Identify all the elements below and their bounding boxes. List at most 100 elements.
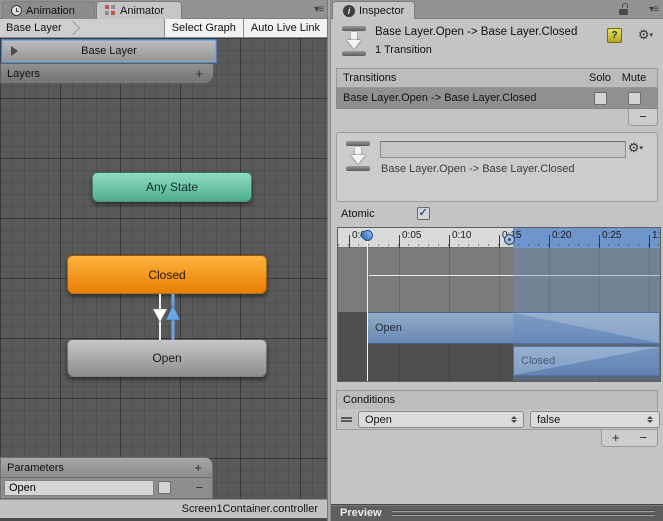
add-parameter-button[interactable]: + [194, 460, 202, 475]
header-gear-icon[interactable]: ⚙▾ [638, 27, 653, 43]
inspector-menu-icon[interactable]: ▾≡ [649, 4, 659, 15]
dropdown-arrows-icon [511, 416, 517, 423]
preview-bar[interactable]: Preview [331, 504, 663, 521]
down-arrowhead-icon [152, 308, 168, 323]
panel-menu-icon[interactable]: ▾≡ [314, 4, 324, 15]
layer-row-base-layer[interactable]: Base Layer [2, 40, 216, 62]
check-icon: ✓ [418, 207, 428, 219]
condition-parameter-value: Open [365, 413, 392, 426]
state-node-closed[interactable]: Closed [67, 255, 267, 294]
remove-transition-button[interactable]: − [628, 109, 658, 126]
tick-label: 0:25 [602, 230, 622, 241]
inspector-panel: i Inspector ▾≡ Base Layer.Open -> Base L… [331, 0, 663, 521]
tick-label: 1:00 [652, 230, 661, 241]
animator-panel: Animation Animator ▾≡ Base Layer Select … [0, 0, 327, 521]
lock-icon[interactable] [619, 3, 629, 15]
layers-bar-label: Layers [7, 67, 41, 80]
conditions-section-header: Conditions [336, 390, 658, 410]
open-fade-out [514, 313, 659, 343]
gear-dropdown-icon: ▾ [639, 145, 643, 152]
track-open-label: Open [375, 322, 402, 334]
clock-icon [11, 5, 22, 16]
layer-row-label: Base Layer [81, 45, 137, 57]
solo-checkbox[interactable] [593, 91, 607, 105]
timeline-track-open[interactable]: Open [367, 312, 660, 344]
remove-condition-button[interactable]: − [630, 430, 658, 446]
preview-label: Preview [340, 507, 382, 519]
tick-label: 0:05 [402, 230, 422, 241]
transition-list-row[interactable]: Base Layer.Open -> Base Layer.Closed [336, 88, 658, 109]
atomic-label: Atomic [341, 207, 375, 220]
transition-subtitle: 1 Transition [375, 44, 432, 56]
add-condition-button[interactable]: + [602, 430, 630, 446]
tick-label: 0:20 [552, 230, 572, 241]
transition-timeline[interactable]: Open Closed 0:00 0:05 0:10 0:15 0:20 0:2… [337, 227, 661, 382]
transition-row-label: Base Layer.Open -> Base Layer.Closed [343, 92, 537, 104]
parameters-header-label: Parameters [7, 461, 64, 474]
timeline-ruler[interactable]: 0:00 0:05 0:10 0:15 0:20 0:25 1:00 [338, 228, 660, 248]
gear-glyph: ⚙ [637, 27, 650, 42]
tab-inspector[interactable]: i Inspector [332, 1, 416, 19]
mute-checkbox[interactable] [627, 91, 641, 105]
tab-animation[interactable]: Animation [2, 1, 95, 19]
dropdown-arrows-icon [647, 416, 653, 423]
breadcrumb-chevron-icon [68, 19, 78, 38]
transitions-section-header: Transitions Solo Mute [336, 68, 658, 88]
auto-live-link-button[interactable]: Auto Live Link [242, 19, 327, 37]
detail-gear-icon[interactable]: ⚙▾ [628, 140, 643, 156]
tick-label: 0:10 [452, 230, 472, 241]
transition-arrows[interactable] [148, 294, 188, 340]
condition-value-dropdown[interactable]: false [530, 411, 660, 428]
condition-parameter-dropdown[interactable]: Open [358, 411, 524, 428]
state-node-any-state[interactable]: Any State [92, 172, 252, 202]
condition-drag-handle-icon[interactable] [341, 417, 352, 422]
timeline-ruler-selected-range [513, 228, 660, 248]
parameter-row: − [0, 478, 213, 499]
controller-status-bar: Screen1Container.controller [0, 499, 327, 518]
tab-animator[interactable]: Animator [96, 1, 182, 19]
blend-curve-line [369, 275, 660, 276]
gear-glyph: ⚙ [627, 140, 640, 155]
timeline-track-closed[interactable]: Closed [513, 346, 660, 376]
parameter-name-field[interactable] [4, 480, 154, 496]
conditions-header-label: Conditions [343, 394, 395, 406]
layers-collapsed-bar[interactable]: Layers + [0, 63, 214, 84]
track-closed-label: Closed [521, 355, 556, 367]
playhead-line [367, 238, 368, 381]
inspector-header: Base Layer.Open -> Base Layer.Closed 1 T… [331, 19, 663, 65]
transition-name-input[interactable] [380, 141, 626, 158]
parameter-value-checkbox[interactable] [158, 481, 171, 494]
atomic-row: Atomic ✓ [341, 207, 430, 220]
auto-live-link-label: Auto Live Link [250, 22, 320, 34]
breadcrumb[interactable]: Base Layer [0, 19, 68, 37]
remove-parameter-button[interactable]: − [191, 480, 208, 496]
state-machine-graph[interactable]: Base Layer Layers + Any State Closed Ope… [0, 38, 327, 521]
solo-column-label: Solo [588, 72, 612, 84]
layer-foldout-icon[interactable] [11, 46, 18, 56]
select-graph-button[interactable]: Select Graph [163, 19, 243, 37]
tab-animation-label: Animation [26, 4, 75, 17]
left-tab-bar: Animation Animator ▾≡ [0, 0, 327, 19]
transition-icon [341, 26, 367, 56]
parameters-header[interactable]: Parameters + [0, 457, 213, 478]
add-layer-button[interactable]: + [195, 66, 203, 81]
help-icon[interactable]: ? [607, 28, 622, 43]
open-state-label: Open [152, 351, 182, 365]
conditions-footer: + − [601, 430, 658, 447]
any-state-label: Any State [145, 180, 199, 194]
controller-path-label: Screen1Container.controller [181, 503, 318, 515]
up-arrowhead-icon [165, 304, 181, 321]
mute-column-label: Mute [621, 72, 647, 84]
condition-value: false [537, 413, 561, 426]
condition-row: Open false [336, 409, 660, 430]
preview-resize-grip[interactable] [391, 510, 655, 516]
state-node-open[interactable]: Open [67, 339, 267, 377]
transition-start-marker-icon[interactable] [504, 234, 515, 245]
select-graph-label: Select Graph [171, 22, 236, 34]
transitions-header-label: Transitions [343, 72, 397, 84]
tab-animator-label: Animator [120, 4, 165, 17]
animator-icon [105, 5, 116, 16]
atomic-checkbox[interactable]: ✓ [416, 207, 430, 220]
info-icon: i [343, 4, 355, 17]
transition-title: Base Layer.Open -> Base Layer.Closed [375, 26, 578, 38]
